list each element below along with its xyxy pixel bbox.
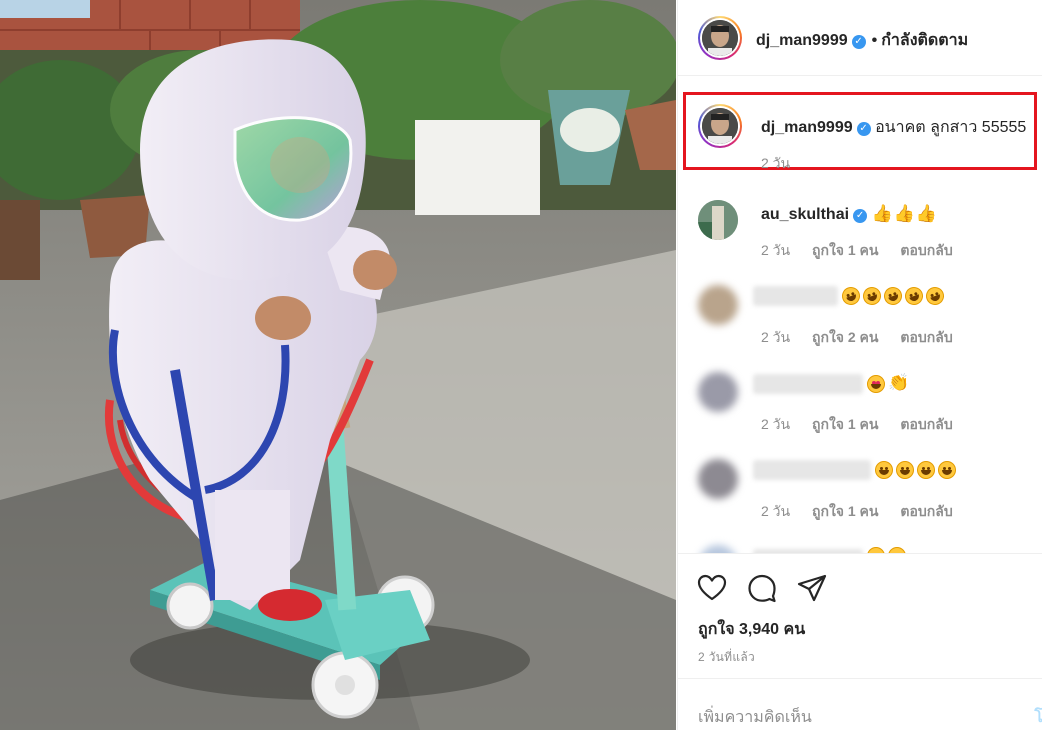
thumbs-up-icon: 👍 (915, 204, 937, 223)
laughing-emoji-icon (860, 284, 884, 308)
grinning-emoji-icon (896, 461, 914, 479)
laughing-emoji-icon (839, 284, 863, 308)
commenter-avatar[interactable] (698, 545, 738, 553)
author-avatar-image (702, 20, 738, 56)
comment-time[interactable]: 2 วัน (761, 416, 790, 432)
commenter-username-blurred[interactable] (753, 373, 863, 394)
verified-badge-icon: ✓ (856, 122, 871, 136)
heart-icon[interactable] (696, 572, 728, 604)
comment-item: au_skulthai ✓ 👍👍👍 2 วัน ถูกใจ 1 คน ตอบกลั… (678, 187, 1042, 267)
laughing-emoji-icon (881, 284, 905, 308)
commenter-avatar[interactable] (698, 200, 738, 240)
post-photo[interactable] (0, 0, 676, 730)
following-button[interactable]: กำลังติดตาม (881, 32, 968, 49)
laughing-emoji-icon (902, 284, 926, 308)
commenter-avatar[interactable] (698, 459, 738, 499)
comment-likes[interactable]: ถูกใจ 1 คน (812, 416, 879, 432)
post-image-child-on-scooter (0, 0, 676, 730)
commenter-username-blurred[interactable] (753, 286, 838, 306)
comment-icon[interactable] (746, 572, 778, 604)
comment-item: 👏 2 วัน ถูกใจ 1 คน ตอบกลับ (678, 362, 1042, 442)
clapping-hands-icon: 👏 (888, 373, 910, 392)
comment-likes[interactable]: ถูกใจ 1 คน (812, 242, 879, 258)
caption-text: อนาคต ลูกสาว 55555 (875, 119, 1027, 136)
commenter-username[interactable]: au_skulthai (761, 206, 849, 223)
author-avatar[interactable] (698, 16, 742, 60)
comments-list[interactable]: dj_man9999 ✓ อนาคต ลูกสาว 55555 2 วัน au_… (678, 77, 1042, 553)
thumbs-up-icon: 👍 (871, 204, 893, 223)
comment-item: 2 วัน ถูกใจ 1 คน ตอบกลับ (678, 449, 1042, 529)
caption-author-avatar[interactable] (698, 104, 742, 148)
post-header: dj_man9999 ✓ • กำลังติดตาม (678, 0, 1042, 76)
post-comment-button[interactable]: โ (1034, 705, 1042, 730)
verified-badge-icon: ✓ (851, 35, 866, 49)
commenter-username-blurred[interactable] (753, 460, 871, 480)
likes-count[interactable]: ถูกใจ 3,940 คน (698, 617, 805, 642)
comment-likes[interactable]: ถูกใจ 1 คน (812, 503, 879, 519)
grinning-emoji-icon (875, 461, 893, 479)
share-icon[interactable] (796, 572, 828, 604)
reply-button[interactable]: ตอบกลับ (900, 242, 952, 258)
commenter-avatar[interactable] (698, 372, 738, 412)
verified-badge-icon: ✓ (853, 209, 868, 223)
post-sidebar: dj_man9999✓•กำลังติดตาม dj_man9999✓ (677, 0, 1042, 730)
comment-item-partial (678, 537, 1042, 553)
grinning-emoji-icon (938, 461, 956, 479)
add-comment-input[interactable]: เพิ่มความคิดเห็น (698, 705, 812, 730)
laughing-emoji-icon (923, 284, 947, 308)
comment-likes[interactable]: ถูกใจ 2 คน (812, 329, 879, 345)
comment-time[interactable]: 2 วัน (761, 242, 790, 258)
post-timestamp[interactable]: 2 วันที่แล้ว (698, 648, 755, 667)
add-comment-bar: เพิ่มความคิดเห็น โ (678, 678, 1042, 732)
heart-eyes-emoji-icon (867, 374, 885, 393)
reply-button[interactable]: ตอบกลับ (900, 503, 952, 519)
comment-item: 2 วัน ถูกใจ 2 คน ตอบกลับ (678, 275, 1042, 355)
reply-button[interactable]: ตอบกลับ (900, 329, 952, 345)
commenter-avatar[interactable] (698, 285, 738, 325)
post-actions-section: ถูกใจ 3,940 คน 2 วันที่แล้ว เพิ่มความคิด… (678, 553, 1042, 731)
comment-time[interactable]: 2 วัน (761, 503, 790, 519)
author-username[interactable]: dj_man9999 (756, 32, 848, 49)
thumbs-up-icon: 👍 (893, 204, 915, 223)
post-caption: dj_man9999 ✓ อนาคต ลูกสาว 55555 2 วัน (678, 95, 1042, 171)
reply-button[interactable]: ตอบกลับ (900, 416, 952, 432)
caption-username[interactable]: dj_man9999 (761, 119, 853, 136)
caption-time[interactable]: 2 วัน (761, 155, 790, 171)
grinning-emoji-icon (917, 461, 935, 479)
comment-time[interactable]: 2 วัน (761, 329, 790, 345)
separator-dot: • (871, 32, 878, 49)
